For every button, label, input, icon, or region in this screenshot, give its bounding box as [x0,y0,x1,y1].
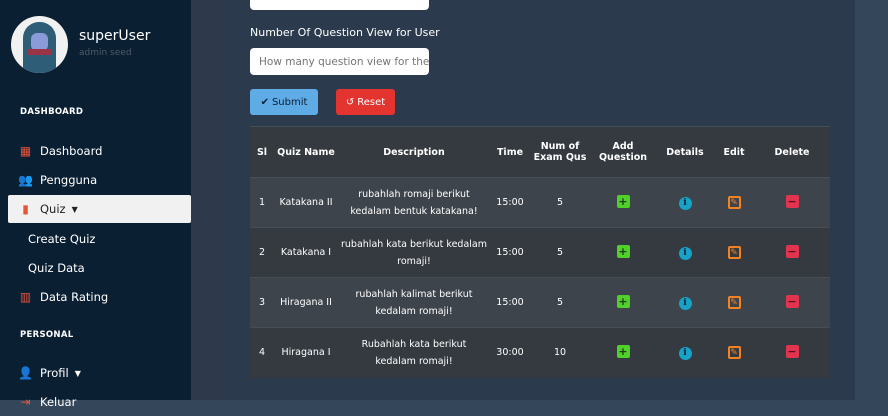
undo-icon: ↺ [345,96,355,108]
header-description: Description [383,146,445,158]
cell-quiz-name: Katakana II [279,197,333,208]
previous-input[interactable] [250,0,429,10]
label: Quiz Data [28,261,85,275]
question-view-label: Number Of Question View for User [250,26,440,39]
label: Reset [357,96,386,108]
header-num-exam: Num of Exam Qus [533,141,587,163]
table-row: 3 Hiragana II rubahlah kalimat berikut k… [250,277,830,328]
cell-sl: 4 [258,347,266,359]
sidebar-item-quiz[interactable]: ▮ Quiz ▼ [8,195,191,223]
cell-time: 15:00 [496,297,524,308]
label: Submit [271,96,308,108]
info-icon[interactable]: i [678,297,692,310]
sidebar-item-dashboard[interactable]: ▦ Dashboard [8,137,191,165]
check-icon: ✔ [260,96,269,108]
cell-num-exam: 5 [556,247,564,258]
cell-sl: 3 [258,297,266,308]
sidebar: superUser admin seed DASHBOARD ▦ Dashboar… [0,0,191,409]
edit-icon[interactable]: ✎ [727,246,741,259]
delete-icon[interactable]: − [785,345,799,359]
label: Quiz [40,202,66,216]
table-row: 1 Katakana II rubahlah romaji berikut ke… [250,177,830,228]
bar-chart-icon: ▥ [19,290,32,304]
cell-description: rubahlah kata berikut kedalam romaji! [341,238,487,267]
section-personal: PERSONAL [20,330,74,340]
cell-quiz-name: Katakana I [280,247,332,258]
add-question-icon[interactable]: + [616,345,630,359]
cell-num-exam: 5 [556,197,564,208]
cell-description: rubahlah kalimat berikut kedalam romaji! [355,288,473,317]
header-sl: Sl [256,146,268,158]
header-time: Time [496,146,524,158]
user-role: admin seed [79,48,132,58]
table-row: 2 Katakana I rubahlah kata berikut kedal… [250,227,830,278]
cell-time: 15:00 [496,197,524,208]
label: Keluar [40,395,77,409]
book-icon: ▮ [22,202,29,216]
delete-icon[interactable]: − [785,295,799,308]
question-view-input[interactable] [250,48,429,75]
sidebar-item-quiz-data[interactable]: Quiz Data [8,254,191,282]
cell-description: Rubahlah kata berikut kedalam romaji! [361,338,467,367]
label: Dashboard [40,144,103,158]
header-add-question: Add Question [598,141,648,163]
label: Profil [40,366,69,380]
label: Pengguna [40,173,98,187]
cell-description: rubahlah romaji berikut kedalam bentuk k… [350,188,478,217]
delete-icon[interactable]: − [785,195,799,208]
add-question-icon[interactable]: + [616,195,630,208]
edit-icon[interactable]: ✎ [727,346,741,360]
quiz-table: Sl Quiz Name Description Time Num of Exa… [250,126,830,378]
header-delete: Delete [774,146,810,158]
sidebar-item-keluar[interactable]: ⇥ Keluar [8,388,191,416]
info-icon[interactable]: i [678,347,692,361]
avatar [11,16,68,73]
sidebar-item-profil[interactable]: 👤 Profil ▼ [8,359,191,387]
add-question-icon[interactable]: + [616,295,630,308]
edit-icon[interactable]: ✎ [727,196,741,209]
grid-icon: ▦ [19,144,32,158]
cell-quiz-name: Hiragana I [281,347,331,359]
sidebar-item-pengguna[interactable]: 👥 Pengguna [8,166,191,194]
logout-icon: ⇥ [20,395,31,409]
users-icon: 👥 [18,173,33,187]
user-cog-icon: 👤 [18,366,33,380]
submit-button[interactable]: ✔ Submit [250,89,318,115]
header-quiz-name: Quiz Name [277,146,335,158]
add-question-icon[interactable]: + [616,245,630,258]
cell-time: 30:00 [496,347,524,359]
delete-icon[interactable]: − [785,245,799,258]
table-row: 4 Hiragana I Rubahlah kata berikut kedal… [250,327,830,378]
cell-num-exam: 5 [556,297,564,308]
header-details: Details [666,146,704,158]
header-edit: Edit [723,146,745,158]
main-gutter [191,0,225,400]
section-dashboard: DASHBOARD [20,107,84,117]
info-icon[interactable]: i [678,197,692,210]
cell-time: 15:00 [496,247,524,258]
label: Data Rating [40,290,109,304]
info-icon[interactable]: i [678,247,692,260]
cell-quiz-name: Hiragana II [280,297,332,308]
cell-sl: 2 [258,247,266,258]
edit-icon[interactable]: ✎ [727,296,741,309]
cell-num-exam: 10 [553,347,567,359]
sidebar-item-data-rating[interactable]: ▥ Data Rating [8,283,191,311]
label: Create Quiz [28,232,96,246]
cell-sl: 1 [258,197,266,208]
table-header: Sl Quiz Name Description Time Num of Exa… [250,126,830,178]
user-name: superUser [79,28,151,44]
caret-down-icon: ▼ [71,204,78,214]
reset-button[interactable]: ↺ Reset [336,89,395,115]
sidebar-item-create-quiz[interactable]: Create Quiz [8,225,191,253]
caret-down-icon: ▼ [74,368,81,378]
